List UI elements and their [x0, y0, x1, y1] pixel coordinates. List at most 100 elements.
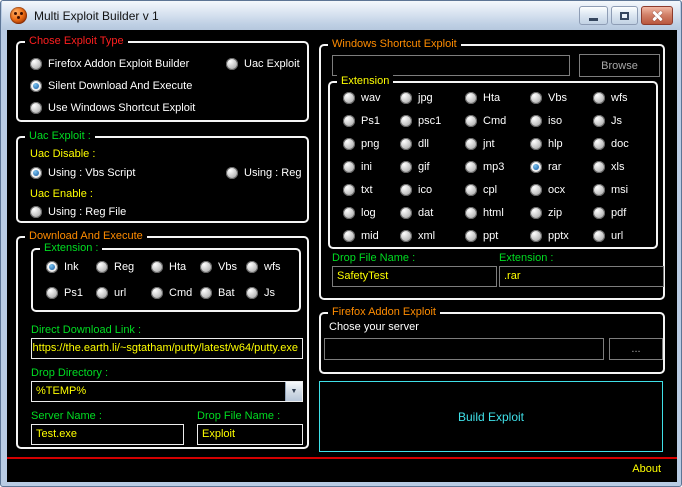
radio-ext-Js[interactable]: Js	[593, 115, 658, 127]
minimize-button[interactable]	[579, 6, 608, 25]
radio-ext-Hta[interactable]: Hta	[465, 92, 530, 104]
about-link[interactable]: About	[632, 463, 661, 475]
radio-ext-msi[interactable]: msi	[593, 184, 658, 196]
radio-label: Using : Vbs Script	[48, 167, 135, 179]
group-label: Firefox Addon Exploit	[328, 306, 440, 319]
close-button[interactable]	[641, 6, 673, 25]
radio-ext-Reg[interactable]: Reg	[96, 261, 151, 273]
radio-ext-wfs[interactable]: wfs	[593, 92, 658, 104]
radio-icon	[400, 92, 412, 104]
direct-download-link-label: Direct Download Link :	[31, 324, 141, 336]
radio-ext-log[interactable]: log	[343, 207, 400, 219]
radio-using-reg-file[interactable]: Using : Reg File	[30, 206, 126, 218]
radio-ext-Js[interactable]: Js	[246, 287, 297, 299]
radio-icon	[593, 92, 605, 104]
radio-label: url	[114, 287, 126, 299]
radio-ext-txt[interactable]: txt	[343, 184, 400, 196]
radio-ext-dll[interactable]: dll	[400, 138, 465, 150]
radio-label: xls	[611, 161, 624, 173]
radio-ext-wav[interactable]: wav	[343, 92, 400, 104]
radio-ext-doc[interactable]: doc	[593, 138, 658, 150]
radio-ext-ppt[interactable]: ppt	[465, 230, 530, 242]
radio-ext-Cmd[interactable]: Cmd	[465, 115, 530, 127]
radio-ext-url[interactable]: url	[96, 287, 151, 299]
radio-label: iso	[548, 115, 562, 127]
radio-ext-mp3[interactable]: mp3	[465, 161, 530, 173]
radio-ext-Ink[interactable]: Ink	[46, 261, 96, 273]
radio-ext-zip[interactable]: zip	[530, 207, 593, 219]
radio-uac-exploit[interactable]: Uac Exploit	[226, 58, 300, 70]
radio-ext-ini[interactable]: ini	[343, 161, 400, 173]
radio-icon	[465, 230, 477, 242]
app-window: Multi Exploit Builder v 1 Chose Exploit …	[0, 0, 682, 487]
radio-ext-xls[interactable]: xls	[593, 161, 658, 173]
drop-file-name-input[interactable]: Exploit	[197, 424, 303, 445]
radio-ext-Bat[interactable]: Bat	[200, 287, 246, 299]
radio-ext-jnt[interactable]: jnt	[465, 138, 530, 150]
direct-download-link-input[interactable]: https://the.earth.li/~sgtatham/putty/lat…	[31, 338, 303, 359]
radio-label: html	[483, 207, 504, 219]
radio-ext-psc1[interactable]: psc1	[400, 115, 465, 127]
radio-ext-ico[interactable]: ico	[400, 184, 465, 196]
radio-using-reg[interactable]: Using : Reg	[226, 167, 301, 179]
chevron-down-icon[interactable]: ▼	[285, 382, 302, 401]
radio-icon	[593, 115, 605, 127]
radio-icon	[200, 261, 212, 273]
radio-label: txt	[361, 184, 373, 196]
radio-ext-dat[interactable]: dat	[400, 207, 465, 219]
radio-icon	[343, 138, 355, 150]
radio-ext-mid[interactable]: mid	[343, 230, 400, 242]
radio-using-vbs-script[interactable]: Using : Vbs Script	[30, 167, 135, 179]
radio-ext-Ps1[interactable]: Ps1	[343, 115, 400, 127]
firefox-server-path-input[interactable]	[324, 338, 604, 360]
radio-ext-Ps1[interactable]: Ps1	[46, 287, 96, 299]
shortcut-drop-file-name-input[interactable]: SafetyTest	[332, 266, 497, 287]
maximize-button[interactable]	[611, 6, 638, 25]
radio-icon	[593, 138, 605, 150]
drop-directory-combobox[interactable]: %TEMP% ▼	[31, 381, 303, 402]
radio-ext-wfs[interactable]: wfs	[246, 261, 297, 273]
radio-ext-pptx[interactable]: pptx	[530, 230, 593, 242]
server-name-input[interactable]: Test.exe	[31, 424, 184, 445]
radio-ext-gif[interactable]: gif	[400, 161, 465, 173]
radio-ext-rar[interactable]: rar	[530, 161, 593, 173]
radio-ext-Vbs[interactable]: Vbs	[530, 92, 593, 104]
group-label: Uac Exploit :	[25, 130, 95, 143]
radio-ext-hlp[interactable]: hlp	[530, 138, 593, 150]
group-label: Chose Exploit Type	[25, 35, 128, 48]
radio-ext-xml[interactable]: xml	[400, 230, 465, 242]
radio-ext-cpl[interactable]: cpl	[465, 184, 530, 196]
radio-ext-iso[interactable]: iso	[530, 115, 593, 127]
radio-ext-Cmd[interactable]: Cmd	[151, 287, 200, 299]
radio-ext-pdf[interactable]: pdf	[593, 207, 658, 219]
radio-silent-download-and-execute[interactable]: Silent Download And Execute	[30, 80, 192, 92]
radio-use-windows-shortcut-exploit[interactable]: Use Windows Shortcut Exploit	[30, 102, 195, 114]
radio-icon	[46, 287, 58, 299]
firefox-browse-button[interactable]: ...	[609, 338, 663, 360]
radio-ext-url[interactable]: url	[593, 230, 658, 242]
radio-icon	[400, 161, 412, 173]
radio-label: Ink	[64, 261, 79, 273]
radio-ext-Hta[interactable]: Hta	[151, 261, 200, 273]
server-name-label: Server Name :	[31, 410, 102, 422]
shortcut-file-path-input[interactable]	[332, 55, 570, 76]
radio-icon	[593, 161, 605, 173]
radio-firefox-addon-exploit-builder[interactable]: Firefox Addon Exploit Builder	[30, 58, 189, 70]
radio-icon	[343, 207, 355, 219]
browse-button[interactable]: Browse	[579, 54, 660, 77]
radio-label: log	[361, 207, 376, 219]
radio-ext-html[interactable]: html	[465, 207, 530, 219]
radio-ext-jpg[interactable]: jpg	[400, 92, 465, 104]
build-exploit-button[interactable]: Build Exploit	[319, 381, 663, 452]
radio-ext-Vbs[interactable]: Vbs	[200, 261, 246, 273]
radio-label: jnt	[483, 138, 495, 150]
radio-ext-ocx[interactable]: ocx	[530, 184, 593, 196]
radio-icon	[96, 261, 108, 273]
shortcut-extension-input[interactable]: .rar	[499, 266, 664, 287]
radio-label: ico	[418, 184, 432, 196]
window-title: Multi Exploit Builder v 1	[34, 9, 159, 23]
radio-ext-png[interactable]: png	[343, 138, 400, 150]
radio-icon	[400, 230, 412, 242]
titlebar[interactable]: Multi Exploit Builder v 1	[2, 1, 680, 30]
radio-label: Ps1	[361, 115, 380, 127]
